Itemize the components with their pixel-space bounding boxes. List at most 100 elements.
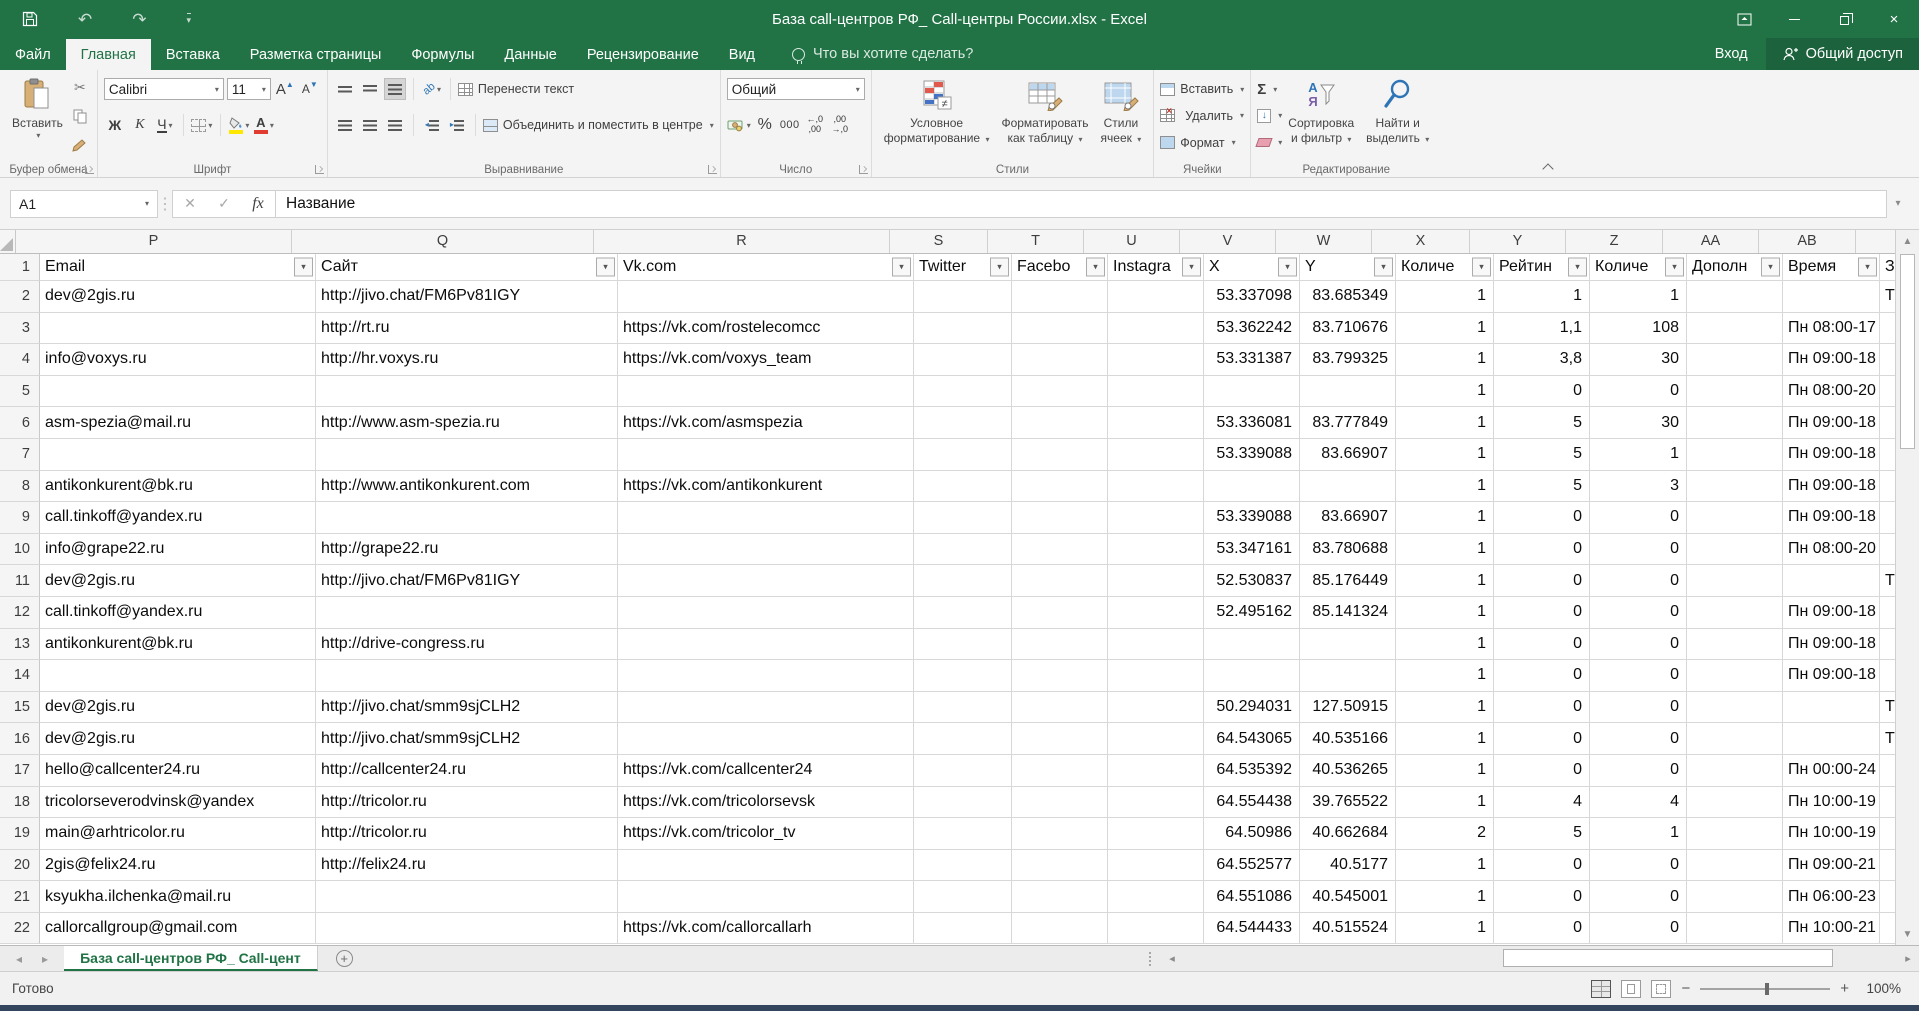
cell[interactable] <box>914 502 1012 534</box>
cell[interactable]: 0 <box>1494 502 1590 534</box>
filter-dropdown-icon[interactable]: ▾ <box>1858 258 1877 277</box>
cell[interactable] <box>316 597 618 629</box>
cell[interactable]: main@arhtricolor.ru <box>40 818 316 850</box>
cell[interactable]: Пн 08:00-17 <box>1783 313 1880 345</box>
cell[interactable]: 0 <box>1590 376 1687 408</box>
cell[interactable] <box>618 565 914 597</box>
cell[interactable]: 3,8 <box>1494 344 1590 376</box>
cell[interactable] <box>1687 787 1783 819</box>
cell[interactable]: 83.710676 <box>1300 313 1396 345</box>
zoom-slider[interactable] <box>1700 988 1830 990</box>
cell[interactable]: 0 <box>1494 913 1590 945</box>
cell[interactable] <box>1108 850 1204 882</box>
cell[interactable]: asm-spezia@mail.ru <box>40 407 316 439</box>
cell[interactable]: 1 <box>1396 281 1494 313</box>
cell[interactable] <box>1300 376 1396 408</box>
row-number[interactable]: 22 <box>0 913 40 945</box>
cell[interactable] <box>40 439 316 471</box>
cell[interactable]: 1 <box>1396 439 1494 471</box>
cell[interactable]: 5 <box>1494 471 1590 503</box>
undo-icon[interactable]: ↶ <box>78 11 92 28</box>
cell[interactable] <box>1687 692 1783 724</box>
cell[interactable] <box>1012 850 1108 882</box>
cell[interactable] <box>1108 629 1204 661</box>
row-number[interactable]: 19 <box>0 818 40 850</box>
cell[interactable]: 4 <box>1494 787 1590 819</box>
filter-dropdown-icon[interactable]: ▾ <box>1374 258 1393 277</box>
cell[interactable]: 39.765522 <box>1300 787 1396 819</box>
row-number[interactable]: 7 <box>0 439 40 471</box>
cell[interactable]: 108 <box>1590 313 1687 345</box>
column-letter-Q[interactable]: Q <box>292 230 594 253</box>
cell[interactable]: Пн 08:00-20 <box>1783 376 1880 408</box>
cell[interactable] <box>1108 881 1204 913</box>
comma-style-icon[interactable]: 000 <box>779 114 801 136</box>
cell[interactable] <box>1687 281 1783 313</box>
cell[interactable] <box>914 471 1012 503</box>
cell[interactable] <box>1783 565 1880 597</box>
cell[interactable]: 40.5177 <box>1300 850 1396 882</box>
cell[interactable]: 64.544433 <box>1204 913 1300 945</box>
cell[interactable]: 0 <box>1494 881 1590 913</box>
cell[interactable] <box>618 723 914 755</box>
cell[interactable]: 83.777849 <box>1300 407 1396 439</box>
cell[interactable] <box>1012 692 1108 724</box>
cell[interactable] <box>1687 629 1783 661</box>
cell[interactable]: Пн 09:00-18 <box>1783 439 1880 471</box>
cell[interactable] <box>1012 597 1108 629</box>
tell-me-search[interactable]: Что вы хотите сделать? <box>792 38 973 70</box>
cell[interactable]: 0 <box>1590 723 1687 755</box>
decrease-decimal-icon[interactable]: ,00→,0 <box>829 114 851 136</box>
cell[interactable] <box>1300 471 1396 503</box>
cell[interactable] <box>1012 881 1108 913</box>
column-letter-R[interactable]: R <box>594 230 890 253</box>
cell[interactable]: http://tricolor.ru <box>316 787 618 819</box>
cell[interactable] <box>1108 281 1204 313</box>
row-number[interactable]: 17 <box>0 755 40 787</box>
cell[interactable]: 0 <box>1590 597 1687 629</box>
scroll-left-icon[interactable]: ◂ <box>1161 952 1183 965</box>
cell[interactable]: Пн 09:00-18 <box>1783 660 1880 692</box>
cell[interactable]: Пн 10:00-21 <box>1783 913 1880 945</box>
page-break-view-icon[interactable] <box>1651 980 1671 998</box>
fill-button[interactable]: ↓▾ <box>1257 103 1282 129</box>
cell[interactable]: 1 <box>1396 913 1494 945</box>
cell[interactable]: 0 <box>1494 850 1590 882</box>
row-number[interactable]: 20 <box>0 850 40 882</box>
cell[interactable]: http://jivo.chat/smm9sjCLH2 <box>316 692 618 724</box>
filter-dropdown-icon[interactable]: ▾ <box>294 258 313 277</box>
cell[interactable] <box>1108 376 1204 408</box>
sign-in-button[interactable]: Вход <box>1697 38 1766 70</box>
cell[interactable] <box>914 913 1012 945</box>
cell[interactable] <box>1108 692 1204 724</box>
column-letter-S[interactable]: S <box>890 230 988 253</box>
cell[interactable]: 85.141324 <box>1300 597 1396 629</box>
previous-sheet-icon[interactable]: ◂ <box>16 952 22 966</box>
header-cell[interactable]: Vk.com▾ <box>618 254 914 281</box>
cell[interactable] <box>40 376 316 408</box>
cell[interactable] <box>1012 723 1108 755</box>
cell[interactable]: 53.336081 <box>1204 407 1300 439</box>
cell[interactable] <box>618 439 914 471</box>
cell[interactable] <box>1204 660 1300 692</box>
cell[interactable] <box>1300 629 1396 661</box>
cell[interactable]: Пн 06:00-23 <box>1783 881 1880 913</box>
cell[interactable] <box>618 281 914 313</box>
cell[interactable] <box>1012 629 1108 661</box>
cell[interactable]: Пн 09:00-18 <box>1783 502 1880 534</box>
formula-input[interactable]: Название <box>276 190 1887 218</box>
cell[interactable] <box>1108 755 1204 787</box>
cell[interactable]: 1 <box>1396 755 1494 787</box>
cell[interactable]: 0 <box>1590 881 1687 913</box>
cell[interactable]: 1 <box>1396 376 1494 408</box>
redo-icon[interactable]: ↷ <box>132 11 146 28</box>
header-cell[interactable]: Время▾ <box>1783 254 1880 281</box>
cell[interactable]: 0 <box>1494 660 1590 692</box>
percent-style-icon[interactable]: % <box>754 114 776 136</box>
format-cells-button[interactable]: Формат▾ <box>1160 130 1244 156</box>
cell[interactable] <box>1108 344 1204 376</box>
cell[interactable] <box>914 660 1012 692</box>
cell[interactable] <box>1012 565 1108 597</box>
cell[interactable] <box>1108 597 1204 629</box>
tab-review[interactable]: Рецензирование <box>572 39 714 70</box>
